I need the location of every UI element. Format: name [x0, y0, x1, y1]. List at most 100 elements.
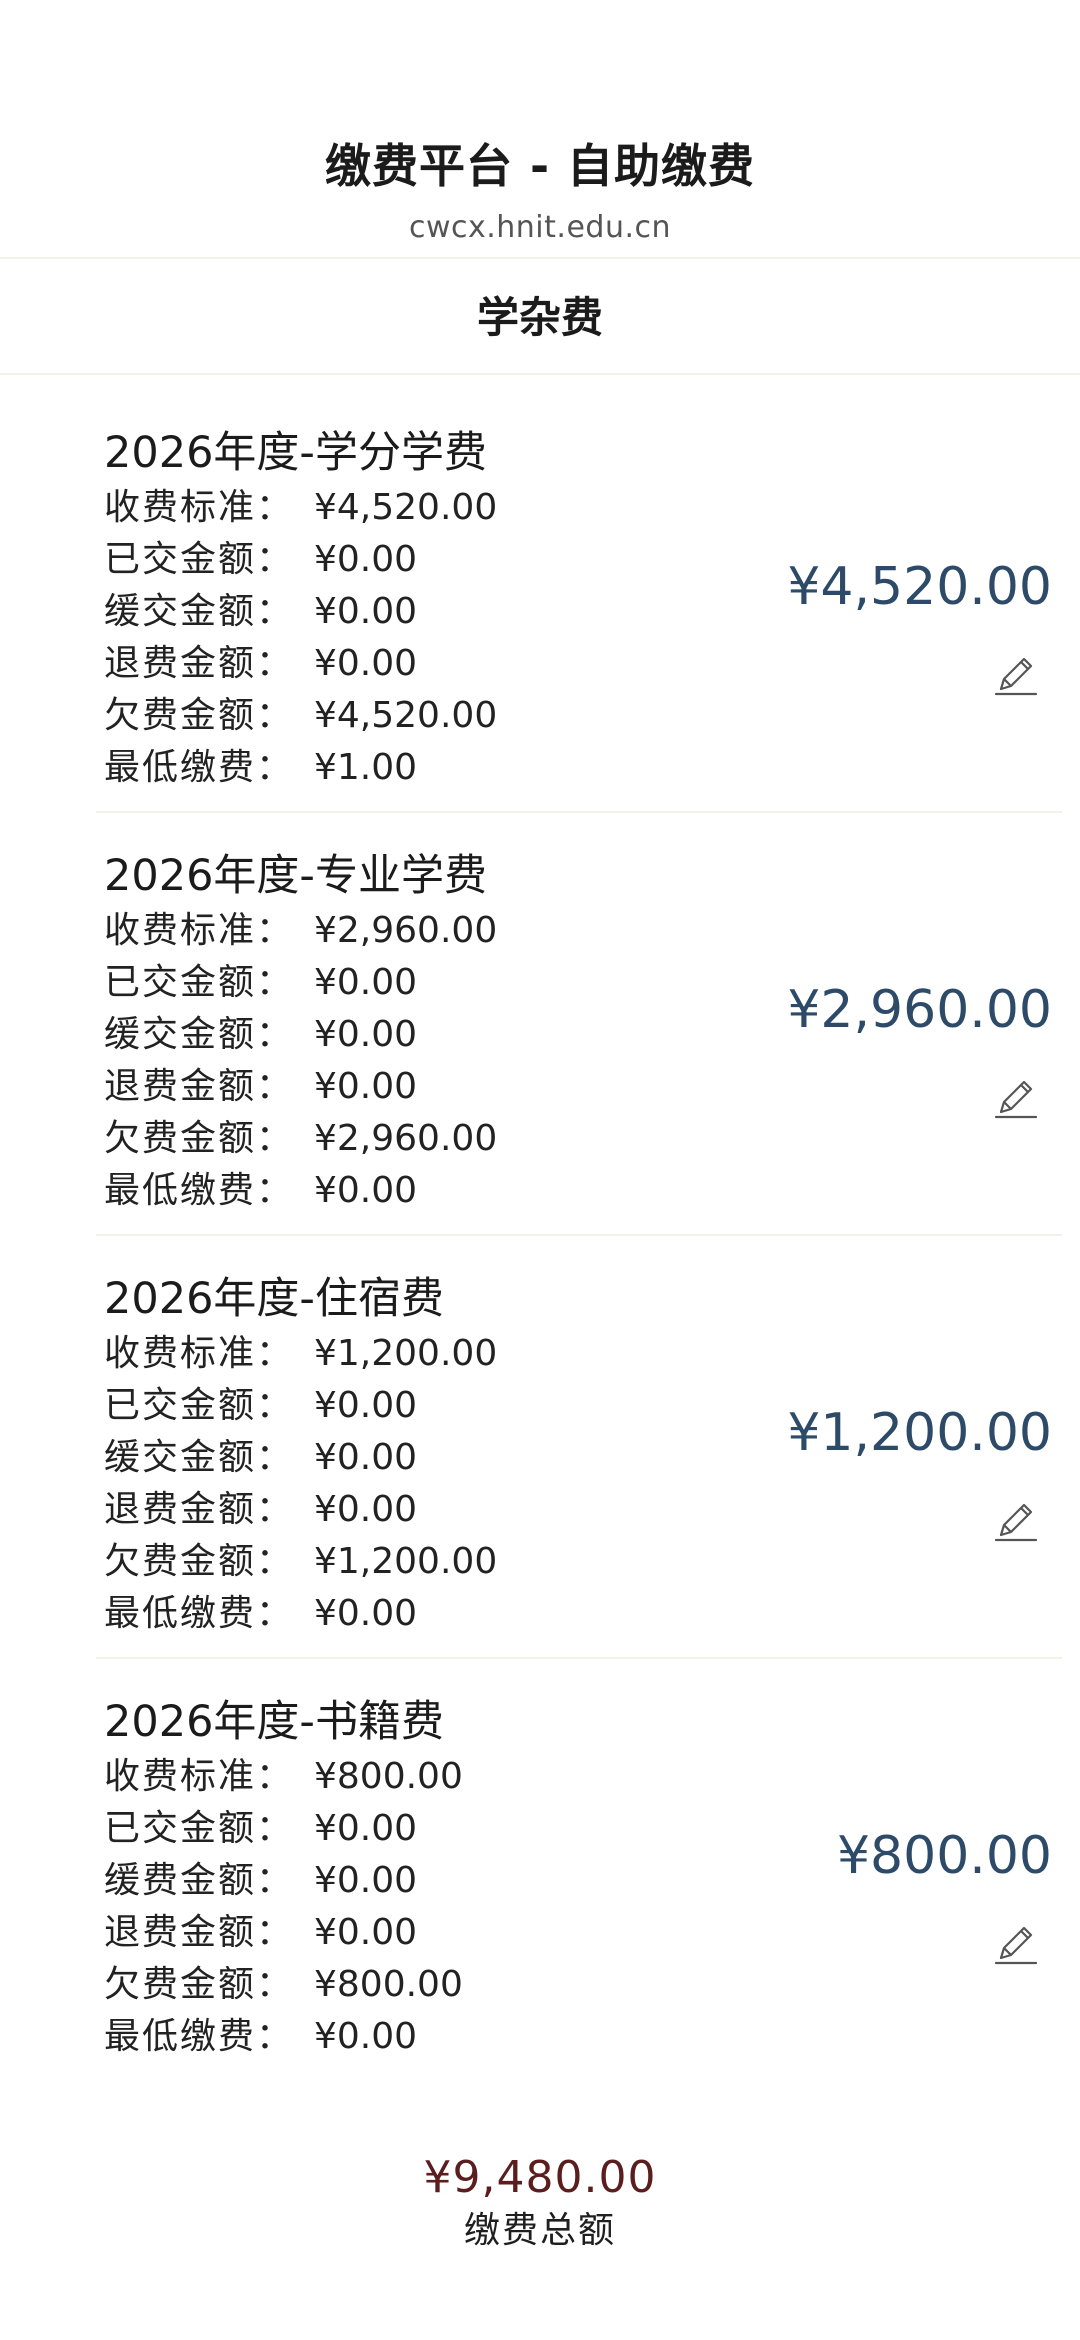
fee-detail-value: ¥1,200.00 [314, 1333, 498, 1374]
fee-detail-label: 欠费金额： [104, 695, 295, 736]
section-title: 学杂费 [0, 283, 1080, 375]
fee-detail-row: 欠费金额： ¥2,960.00 [104, 1113, 704, 1165]
header: 缴费平台 - 自助缴费 cwcx.hnit.edu.cn [0, 0, 1080, 259]
fee-detail-row: 缓费金额： ¥0.00 [104, 1855, 704, 1907]
fee-detail-row: 已交金额： ¥0.00 [104, 1803, 704, 1855]
fee-detail-value: ¥1,200.00 [314, 1541, 498, 1582]
fee-detail-value: ¥0.00 [314, 1170, 418, 1211]
fee-detail-row: 退费金额： ¥0.00 [104, 638, 704, 690]
fee-detail-label: 最低缴费： [104, 747, 295, 788]
fee-detail-row: 最低缴费： ¥0.00 [104, 1165, 704, 1217]
fee-detail-value: ¥800.00 [314, 1964, 463, 2005]
fee-detail-label: 欠费金额： [104, 1118, 295, 1159]
fee-item-name: 2026年度-书籍费 [104, 1697, 444, 1747]
fee-detail-value: ¥2,960.00 [314, 1118, 498, 1159]
payment-total: ¥9,480.00 缴费总额 [0, 2150, 1080, 2254]
fee-detail-value: ¥0.00 [314, 2016, 418, 2057]
pencil-icon[interactable] [990, 648, 1042, 700]
fee-detail-label: 收费标准： [104, 1333, 295, 1374]
fee-detail-row: 最低缴费： ¥1.00 [104, 742, 704, 794]
fee-detail-label: 欠费金额： [104, 1964, 295, 2005]
fee-detail-value: ¥0.00 [314, 1808, 418, 1849]
fee-detail-value: ¥0.00 [314, 643, 418, 684]
fee-detail-row: 收费标准： ¥4,520.00 [104, 482, 704, 534]
total-amount: ¥9,480.00 [423, 2152, 657, 2203]
fee-detail-list: 收费标准： ¥1,200.00 已交金额： ¥0.00 缓交金额： ¥0.00 … [104, 1328, 704, 1640]
fee-detail-label: 已交金额： [104, 1385, 295, 1426]
fee-detail-value: ¥0.00 [314, 1437, 418, 1478]
fee-detail-row: 已交金额： ¥0.00 [104, 534, 704, 586]
fee-detail-row: 退费金额： ¥0.00 [104, 1484, 704, 1536]
fee-detail-row: 欠费金额： ¥1,200.00 [104, 1536, 704, 1588]
fee-detail-value: ¥1.00 [314, 747, 418, 788]
fee-detail-value: ¥0.00 [314, 962, 418, 1003]
fee-detail-value: ¥0.00 [314, 1912, 418, 1953]
fee-detail-label: 退费金额： [104, 1489, 295, 1530]
fee-detail-row: 欠费金额： ¥4,520.00 [104, 690, 704, 742]
fee-detail-row: 收费标准： ¥800.00 [104, 1751, 704, 1803]
fee-detail-label: 缓交金额： [104, 1437, 295, 1478]
fee-item-name: 2026年度-住宿费 [104, 1274, 444, 1324]
fee-detail-value: ¥4,520.00 [314, 695, 498, 736]
fee-detail-label: 收费标准： [104, 1756, 295, 1797]
fee-detail-value: ¥0.00 [314, 1593, 418, 1634]
fee-item-name: 2026年度-专业学费 [104, 851, 487, 901]
fee-detail-label: 已交金额： [104, 539, 295, 580]
pencil-icon[interactable] [990, 1917, 1042, 1969]
fee-item: 2026年度-书籍费 收费标准： ¥800.00 已交金额： ¥0.00 缓费金… [96, 1659, 1062, 2082]
fee-detail-label: 退费金额： [104, 1066, 295, 1107]
fee-amount: ¥2,960.00 [787, 980, 1052, 1040]
site-url: cwcx.hnit.edu.cn [408, 210, 672, 245]
fee-detail-label: 缓费金额： [104, 1860, 295, 1901]
fee-detail-row: 退费金额： ¥0.00 [104, 1061, 704, 1113]
fee-detail-label: 缓交金额： [104, 1014, 295, 1055]
fee-detail-label: 已交金额： [104, 962, 295, 1003]
total-label: 缴费总额 [463, 2210, 616, 2251]
fee-amount: ¥1,200.00 [787, 1403, 1052, 1463]
fee-detail-list: 收费标准： ¥800.00 已交金额： ¥0.00 缓费金额： ¥0.00 退费… [104, 1751, 704, 2063]
fee-detail-label: 收费标准： [104, 910, 295, 951]
fee-detail-value: ¥0.00 [314, 1860, 418, 1901]
fee-detail-row: 缓交金额： ¥0.00 [104, 586, 704, 638]
fee-detail-value: ¥2,960.00 [314, 910, 498, 951]
fee-detail-row: 已交金额： ¥0.00 [104, 957, 704, 1009]
fee-item: 2026年度-住宿费 收费标准： ¥1,200.00 已交金额： ¥0.00 缓… [96, 1236, 1062, 1659]
fee-item: 2026年度-专业学费 收费标准： ¥2,960.00 已交金额： ¥0.00 … [96, 813, 1062, 1236]
fee-detail-value: ¥800.00 [314, 1756, 463, 1797]
fee-detail-value: ¥4,520.00 [314, 487, 498, 528]
payment-page: 缴费平台 - 自助缴费 cwcx.hnit.edu.cn 学杂费 2026年度-… [0, 0, 1080, 2340]
fee-detail-label: 缓交金额： [104, 591, 295, 632]
page-title: 缴费平台 - 自助缴费 [324, 139, 756, 193]
fee-detail-value: ¥0.00 [314, 539, 418, 580]
fee-detail-label: 最低缴费： [104, 1170, 295, 1211]
fee-detail-list: 收费标准： ¥2,960.00 已交金额： ¥0.00 缓交金额： ¥0.00 … [104, 905, 704, 1217]
fee-detail-label: 退费金额： [104, 643, 295, 684]
fee-detail-row: 收费标准： ¥1,200.00 [104, 1328, 704, 1380]
fee-amount: ¥4,520.00 [787, 557, 1052, 617]
fee-detail-label: 最低缴费： [104, 1593, 295, 1634]
fee-detail-label: 收费标准： [104, 487, 295, 528]
fee-detail-row: 最低缴费： ¥0.00 [104, 2011, 704, 2063]
fee-detail-row: 已交金额： ¥0.00 [104, 1380, 704, 1432]
fee-detail-value: ¥0.00 [314, 1489, 418, 1530]
fee-detail-label: 已交金额： [104, 1808, 295, 1849]
fee-detail-value: ¥0.00 [314, 591, 418, 632]
fee-detail-label: 退费金额： [104, 1912, 295, 1953]
fee-detail-list: 收费标准： ¥4,520.00 已交金额： ¥0.00 缓交金额： ¥0.00 … [104, 482, 704, 794]
fee-detail-value: ¥0.00 [314, 1385, 418, 1426]
pencil-icon[interactable] [990, 1494, 1042, 1546]
fee-detail-row: 缓交金额： ¥0.00 [104, 1009, 704, 1061]
fee-list: 2026年度-学分学费 收费标准： ¥4,520.00 已交金额： ¥0.00 … [0, 390, 1080, 2082]
fee-item: 2026年度-学分学费 收费标准： ¥4,520.00 已交金额： ¥0.00 … [96, 390, 1062, 813]
fee-amount: ¥800.00 [836, 1826, 1052, 1886]
fee-detail-value: ¥0.00 [314, 1014, 418, 1055]
fee-detail-label: 最低缴费： [104, 2016, 295, 2057]
fee-detail-row: 最低缴费： ¥0.00 [104, 1588, 704, 1640]
pencil-icon[interactable] [990, 1071, 1042, 1123]
fee-detail-row: 收费标准： ¥2,960.00 [104, 905, 704, 957]
fee-detail-row: 欠费金额： ¥800.00 [104, 1959, 704, 2011]
fee-detail-value: ¥0.00 [314, 1066, 418, 1107]
fee-detail-row: 缓交金额： ¥0.00 [104, 1432, 704, 1484]
fee-item-name: 2026年度-学分学费 [104, 428, 487, 478]
fee-detail-label: 欠费金额： [104, 1541, 295, 1582]
